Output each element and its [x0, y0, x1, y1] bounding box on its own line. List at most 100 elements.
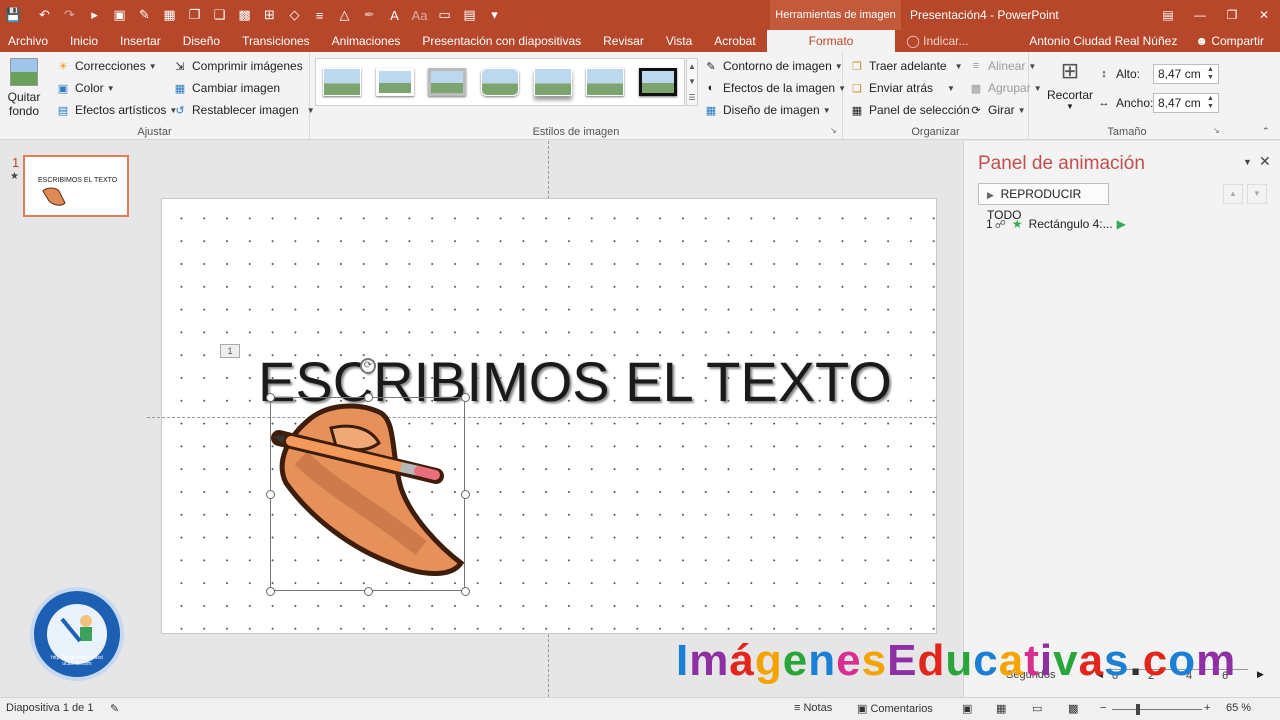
fill-color-icon[interactable]: △ [333, 4, 356, 26]
start-from-beginning-icon[interactable]: ▸ [83, 4, 106, 26]
reading-view-icon[interactable]: ▭ [1032, 702, 1042, 715]
comments-button[interactable]: ▣ Comentarios [857, 702, 933, 715]
pane-close-icon[interactable]: ✕ [1259, 153, 1271, 170]
reset-picture-button[interactable]: ↺ Restablecer imagen ▼ [172, 100, 314, 120]
increment-icon[interactable]: ▲ [1207, 95, 1214, 103]
resize-handle-e[interactable] [461, 490, 470, 499]
chart-icon[interactable]: ▤ [458, 4, 481, 26]
increment-icon[interactable]: ▲ [1207, 66, 1214, 74]
shapes-icon[interactable]: ◇ [283, 4, 306, 26]
customize-qat-icon[interactable]: ▾ [483, 4, 506, 26]
resize-handle-se[interactable] [461, 587, 470, 596]
normal-view-icon[interactable]: ▣ [962, 702, 972, 715]
style-item[interactable] [422, 62, 473, 102]
tab-diseno[interactable]: Diseño [172, 30, 231, 52]
restore-icon[interactable]: ❐ [1216, 0, 1248, 30]
layout-icon[interactable]: ▭ [433, 4, 456, 26]
undo-icon[interactable]: ↶ [33, 4, 56, 26]
picture-effects-button[interactable]: ◐ Efectos de la imagen ▼ [703, 78, 846, 98]
font-size-icon[interactable]: Aa [408, 4, 431, 26]
zoom-slider[interactable] [1112, 704, 1202, 715]
zoom-slider-thumb[interactable] [1136, 704, 1140, 715]
bring-forward-button[interactable]: ❐ Traer adelante ▼ [849, 56, 962, 76]
crop-icon[interactable]: ⊞ [258, 4, 281, 26]
align-icon[interactable]: ≡ [308, 4, 331, 26]
tab-presentacion[interactable]: Presentación con diapositivas [411, 30, 592, 52]
tab-formato[interactable]: Formato [766, 30, 896, 52]
decrement-icon[interactable]: ▼ [1207, 74, 1214, 82]
decrement-icon[interactable]: ▼ [1207, 103, 1214, 111]
format-painter-icon[interactable]: ✎ [133, 4, 156, 26]
pen-icon[interactable]: ✒ [358, 4, 381, 26]
picture-icon[interactable]: ▦ [158, 4, 181, 26]
style-item[interactable] [475, 62, 526, 102]
close-icon[interactable]: ✕ [1248, 0, 1280, 30]
tab-transiciones[interactable]: Transiciones [231, 30, 321, 52]
tell-me-box[interactable]: ◯ Indicar... [895, 30, 979, 52]
selected-picture[interactable]: ⟳ [266, 358, 470, 596]
tab-animaciones[interactable]: Animaciones [321, 30, 412, 52]
scroll-down-icon[interactable]: ▼ [688, 77, 696, 86]
style-item[interactable] [317, 62, 368, 102]
dialog-launcher-icon[interactable]: ↘ [830, 126, 837, 135]
gallery-scroll[interactable]: ▲ ▼ ☰ [686, 58, 698, 106]
selection-pane-button[interactable]: ▦ Panel de selección [849, 100, 970, 120]
tab-archivo[interactable]: Archivo [0, 30, 59, 52]
remove-background-button[interactable]: Quitar fondo [4, 58, 44, 118]
redo-icon[interactable]: ↷ [58, 4, 81, 26]
new-slide-icon[interactable]: ▣ [108, 4, 131, 26]
resize-handle-w[interactable] [266, 490, 275, 499]
slide-thumbnail[interactable]: ESCRIBIMOS EL TEXTO [23, 155, 129, 217]
artistic-effects-button[interactable]: ▤ Efectos artísticos ▼ [55, 100, 178, 120]
move-down-button[interactable]: ▼ [1247, 184, 1267, 204]
tab-insertar[interactable]: Insertar [109, 30, 172, 52]
height-stepper[interactable]: ▲ ▼ [1207, 66, 1214, 82]
ribbon-display-options-icon[interactable]: ▤ [1152, 0, 1184, 30]
share-button[interactable]: ☻ Compartir [1195, 34, 1264, 48]
send-backward-button[interactable]: ❏ Enviar atrás ▼ [849, 78, 955, 98]
spelling-icon[interactable]: ✎ [110, 702, 119, 715]
rotate-button[interactable]: ⟳ Girar ▼ [968, 100, 1025, 120]
animation-order-tag[interactable]: 1 [220, 344, 240, 358]
zoom-level[interactable]: 65 % [1226, 702, 1251, 714]
collapse-ribbon-icon[interactable]: ⌃ [1262, 126, 1270, 137]
align-button[interactable]: ≡ Alinear ▼ [968, 56, 1037, 76]
font-color-icon[interactable]: A [383, 4, 406, 26]
timeline-scroll-right-icon[interactable]: ▶ [1257, 669, 1264, 680]
picture-layout-button[interactable]: ▦ Diseño de imagen ▼ [703, 100, 831, 120]
slideshow-view-icon[interactable]: ▩ [1068, 702, 1078, 715]
resize-handle-sw[interactable] [266, 587, 275, 596]
picture-border-button[interactable]: ✎ Contorno de imagen ▼ [703, 56, 842, 76]
crop-button[interactable]: ⊞ Recortar ▼ [1046, 58, 1094, 111]
tab-vista[interactable]: Vista [655, 30, 703, 52]
style-item[interactable] [580, 62, 631, 102]
play-all-button[interactable]: ▶ REPRODUCIR TODO [978, 183, 1109, 222]
save-icon[interactable]: 💾 [2, 4, 25, 26]
corrections-button[interactable]: ☀ Correcciones ▼ [55, 56, 157, 76]
horizontal-guide[interactable] [147, 417, 937, 418]
tab-acrobat[interactable]: Acrobat [703, 30, 766, 52]
tab-inicio[interactable]: Inicio [59, 30, 109, 52]
minimize-icon[interactable]: — [1184, 0, 1216, 30]
tab-revisar[interactable]: Revisar [592, 30, 655, 52]
animation-list-item[interactable]: 1 ☍ ★ Rectángulo 4:... ▶ [986, 215, 1126, 233]
zoom-in-icon[interactable]: + [1204, 702, 1210, 714]
more-icon[interactable]: ☰ [688, 93, 695, 102]
resize-handle-s[interactable] [364, 587, 373, 596]
slide-sorter-icon[interactable]: ▦ [996, 702, 1006, 715]
size-dialog-launcher-icon[interactable]: ↘ [1213, 126, 1220, 135]
scroll-up-icon[interactable]: ▲ [688, 62, 696, 71]
color-button[interactable]: ▣ Color ▼ [55, 78, 115, 98]
send-backward-icon[interactable]: ❏ [208, 4, 231, 26]
style-item[interactable] [370, 62, 421, 102]
user-name[interactable]: Antonio Ciudad Real Núñez [1029, 34, 1177, 48]
pane-options-chevron-icon[interactable]: ▼ [1243, 157, 1252, 167]
resize-handle-n[interactable] [364, 393, 373, 402]
style-item[interactable] [527, 62, 578, 102]
resize-handle-nw[interactable] [266, 393, 275, 402]
rotate-handle-icon[interactable]: ⟳ [360, 358, 376, 374]
resize-handle-ne[interactable] [461, 393, 470, 402]
change-picture-button[interactable]: ▦ Cambiar imagen [172, 78, 280, 98]
zoom-out-icon[interactable]: − [1100, 702, 1106, 714]
compress-pictures-button[interactable]: ⇲ Comprimir imágenes [172, 56, 302, 76]
